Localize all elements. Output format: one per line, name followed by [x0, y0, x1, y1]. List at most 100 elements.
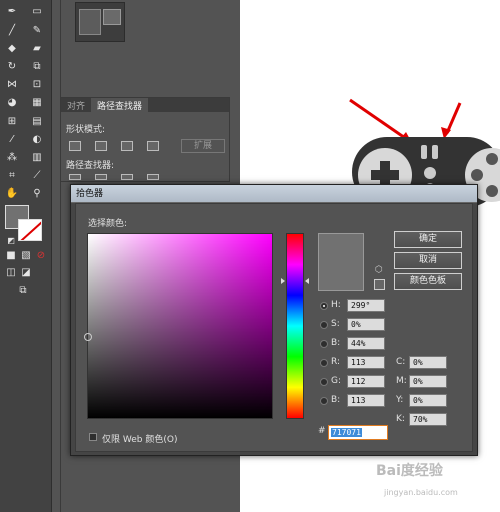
intersect-icon[interactable] [121, 141, 133, 151]
hue-radio[interactable] [320, 302, 328, 310]
black-field[interactable]: 70% [409, 413, 447, 426]
select-button-icon [421, 145, 427, 159]
dialog-title: 拾色器 [71, 185, 477, 203]
color-marker[interactable] [84, 333, 92, 341]
green-radio[interactable] [320, 378, 328, 386]
rotate-icon[interactable]: ↻ [5, 61, 19, 73]
color-preview [318, 233, 364, 291]
hue-field[interactable]: 299° [347, 299, 385, 312]
brightness-label: B: [331, 338, 341, 348]
merge-icon[interactable] [121, 174, 133, 180]
yellow-field[interactable]: 0% [409, 394, 447, 407]
zoom-icon[interactable]: ⚲ [30, 188, 44, 200]
pathfinder-panel: 对齐 路径查找器 形状模式: 扩展 路径查找器: [60, 97, 230, 182]
crop-icon[interactable] [147, 174, 159, 180]
black-label: K: [396, 414, 405, 424]
blue-radio[interactable] [320, 397, 328, 405]
eraser-icon[interactable]: ▰ [30, 43, 44, 55]
pathfinders-label: 路径查找器: [66, 161, 115, 171]
graph-icon[interactable]: ▥ [30, 152, 44, 164]
pencil-tool-icon[interactable]: ✎ [30, 25, 44, 37]
action-button-icon [486, 153, 498, 165]
document-icon[interactable] [79, 9, 101, 35]
saturation-brightness-field[interactable] [84, 233, 273, 419]
dialog-body: 选择颜色: ⬡ 确定 取消 颜色色板 H: 299° S: 0% B: 44% … [75, 203, 473, 452]
gradient-icon[interactable]: ▤ [30, 116, 44, 128]
cancel-button[interactable]: 取消 [394, 252, 462, 269]
annotation-arrow-right [445, 102, 462, 134]
green-label: G: [331, 376, 342, 386]
watermark-url: jingyan.baidu.com [384, 488, 458, 497]
screen-mode-icon[interactable]: ⧉ [16, 285, 30, 297]
default-colors-icon[interactable]: ◩ [4, 235, 18, 247]
unite-icon[interactable] [69, 141, 81, 151]
pen-tool-icon[interactable]: ✒ [5, 6, 19, 18]
symbol-sprayer-icon[interactable]: ⁂ [5, 152, 19, 164]
color-mode-icon[interactable]: ■ [4, 250, 18, 262]
start-button-icon [432, 145, 438, 159]
shape-builder-icon[interactable]: ◕ [5, 97, 19, 109]
tab-pathfinder[interactable]: 路径查找器 [91, 98, 149, 112]
hand-icon[interactable]: ✋ [5, 188, 19, 200]
stroke-color-swatch[interactable] [18, 219, 42, 241]
saturation-radio[interactable] [320, 321, 328, 329]
draw-behind-icon[interactable]: ◪ [19, 267, 33, 279]
baidu-watermark-logo: Bai度经验 [376, 463, 443, 479]
red-label: R: [331, 357, 341, 367]
mesh-icon[interactable]: ⊞ [5, 116, 19, 128]
hue-slider-left-arrow[interactable] [281, 278, 285, 284]
draw-mode-icon[interactable]: ◫ [4, 267, 18, 279]
cyan-label: C: [396, 357, 406, 367]
exclude-icon[interactable] [147, 141, 159, 151]
saturation-label: S: [331, 319, 340, 329]
slice-icon[interactable]: ⟋ [30, 170, 44, 182]
panel-divider [60, 0, 61, 512]
magenta-label: M: [396, 376, 407, 386]
blue-label: B: [331, 395, 341, 405]
eyedropper-icon[interactable]: ⁄ [5, 134, 19, 146]
hex-field[interactable]: 717071 [328, 425, 388, 440]
brightness-field[interactable]: 44% [347, 337, 385, 350]
only-web-colors-checkbox[interactable] [89, 433, 97, 441]
artboard-icon[interactable]: ⌗ [5, 170, 19, 182]
hue-slider[interactable] [286, 233, 304, 419]
hue-slider-right-arrow[interactable] [305, 278, 309, 284]
free-transform-icon[interactable]: ⊡ [30, 79, 44, 91]
divide-icon[interactable] [69, 174, 81, 180]
width-tool-icon[interactable]: ⋈ [5, 79, 19, 91]
red-field[interactable]: 113 [347, 356, 385, 369]
ok-button[interactable]: 确定 [394, 231, 462, 248]
out-of-gamut-cube-icon[interactable]: ⬡ [375, 265, 385, 275]
blue-field[interactable]: 113 [347, 394, 385, 407]
panel-thumbnail-icon[interactable] [103, 9, 121, 25]
perspective-icon[interactable]: ▦ [30, 97, 44, 109]
select-color-label: 选择颜色: [88, 219, 128, 229]
color-picker-dialog: 拾色器 选择颜色: ⬡ 确定 取消 颜色色板 H: 299° S: 0% B: … [70, 184, 478, 456]
gradient-mode-icon[interactable]: ▧ [19, 250, 33, 262]
annotation-arrow-left [349, 98, 409, 142]
web-safe-swatch[interactable] [374, 279, 385, 290]
hex-value[interactable]: 717071 [331, 428, 362, 437]
blend-icon[interactable]: ◐ [30, 134, 44, 146]
only-web-colors-label[interactable]: 仅限 Web 颜色(O) [102, 432, 177, 445]
tools-panel: ✒ ▭ ╱ ✎ ◆ ▰ ↻ ⧉ ⋈ ⊡ ◕ ▦ ⊞ ▤ ⁄ ◐ ⁂ ▥ ⌗ ⟋ … [0, 0, 52, 512]
hex-prefix: # [318, 426, 326, 436]
yellow-label: Y: [396, 395, 404, 405]
color-swatches-button[interactable]: 颜色色板 [394, 273, 462, 290]
brightness-radio[interactable] [320, 340, 328, 348]
expand-button[interactable]: 扩展 [181, 139, 225, 153]
collapsed-panel[interactable] [75, 2, 125, 42]
tab-align[interactable]: 对齐 [61, 98, 91, 112]
none-mode-icon[interactable]: ⊘ [34, 250, 48, 262]
green-field[interactable]: 112 [347, 375, 385, 388]
red-radio[interactable] [320, 359, 328, 367]
trim-icon[interactable] [95, 174, 107, 180]
brush-tool-icon[interactable]: ╱ [5, 25, 19, 37]
cyan-field[interactable]: 0% [409, 356, 447, 369]
rectangle-tool-icon[interactable]: ▭ [30, 6, 44, 18]
minus-front-icon[interactable] [95, 141, 107, 151]
scale-icon[interactable]: ⧉ [30, 61, 44, 73]
blob-brush-icon[interactable]: ◆ [5, 43, 19, 55]
saturation-field[interactable]: 0% [347, 318, 385, 331]
magenta-field[interactable]: 0% [409, 375, 447, 388]
